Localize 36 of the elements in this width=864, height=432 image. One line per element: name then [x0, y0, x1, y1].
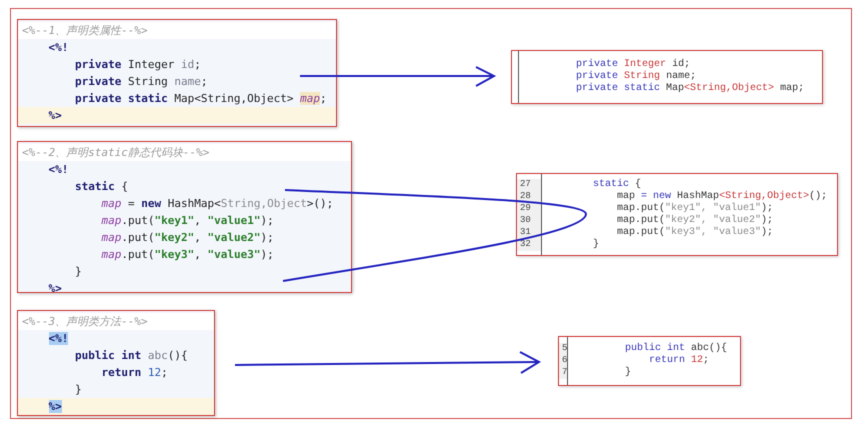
code-line: } [624, 367, 632, 379]
line-number: 6 [559, 355, 567, 367]
code-line: map.put("key3", "value3"); [616, 226, 774, 238]
line-number: 27 [517, 178, 541, 190]
code-line: map = new HashMap<String,Object>(); [616, 190, 828, 202]
code-line: static { [74, 179, 129, 195]
code-line: map = new HashMap<String,Object>(); [100, 196, 334, 212]
code-line: return 12; [100, 365, 169, 381]
code-line: private Integer id; [575, 59, 690, 70]
code-line: map.put("key1", "value1"); [100, 213, 275, 229]
code-line: return 12; [648, 355, 710, 367]
code-comment: <%--1、声明类属性--%> [18, 22, 336, 39]
code-line: map.put("key3", "value3"); [100, 247, 275, 263]
line-number: 29 [517, 202, 541, 214]
code-comment: <%--2、声明static静态代码块--%> [18, 144, 351, 161]
code-line: static { [592, 178, 642, 190]
code-line: public int abc(){ [74, 348, 189, 364]
code-line: private Integer id; [74, 57, 202, 73]
code-line: %> [48, 281, 63, 292]
code-comment: <%--3、声明类方法--%> [18, 313, 214, 330]
code-line: private String name; [575, 71, 696, 82]
code-line: public int abc(){ [624, 343, 728, 355]
code-line: <%! [48, 40, 70, 56]
code-line: map.put("key1", "value1"); [616, 202, 774, 214]
code-line: map.put("key2", "value2"); [616, 214, 774, 226]
line-number: 7 [559, 367, 567, 379]
line-number: 30 [517, 214, 541, 226]
code-line: private static Map<String,Object> map; [575, 83, 804, 95]
code-line: map.put("key2", "value2"); [100, 230, 275, 246]
code-line: } [74, 382, 83, 398]
code-line: private String name; [74, 74, 208, 90]
code-line: } [74, 264, 83, 280]
code-line: <%! [48, 162, 70, 178]
code-line: private static Map<String,Object> map; [74, 91, 328, 107]
code-line: } [592, 238, 600, 250]
line-number: 5 [559, 343, 567, 355]
